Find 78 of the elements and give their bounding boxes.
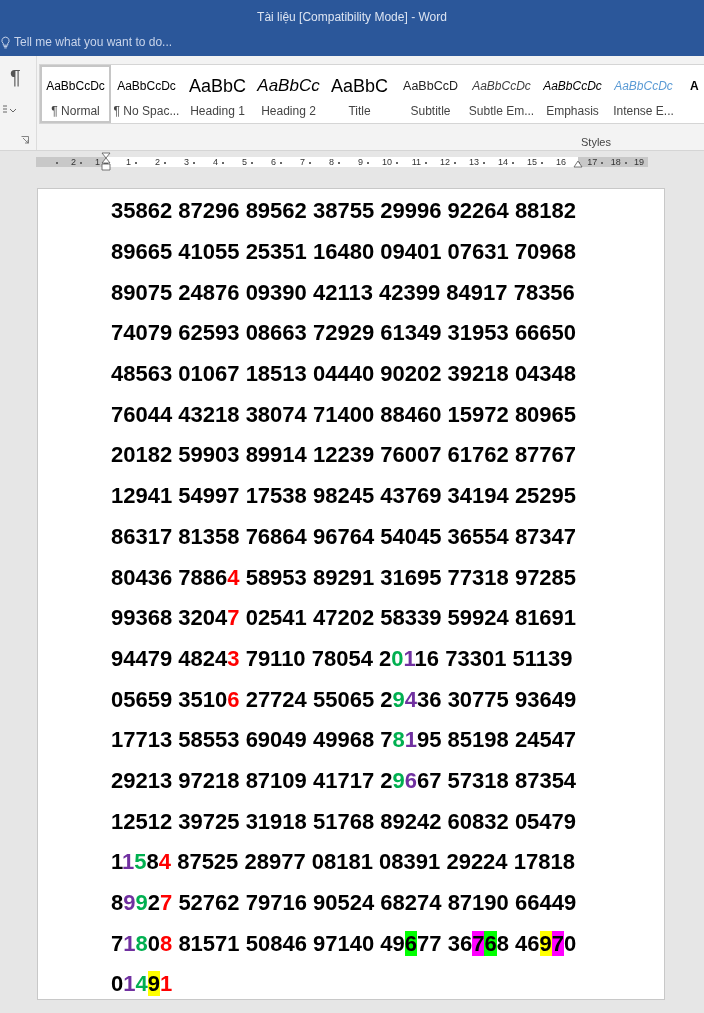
number-line: 74079 62593 08663 72929 61349 31953 66650: [111, 319, 577, 348]
style-name: Title: [348, 104, 371, 118]
style-preview: AaBbC: [188, 74, 246, 98]
ruler-number: 17: [587, 157, 599, 167]
lightbulb-icon: [1, 35, 10, 49]
style-item[interactable]: AaBbC Title: [324, 65, 395, 123]
style-preview: AaBbCcD: [403, 78, 458, 95]
style-name: Emphasis: [546, 104, 599, 118]
style-preview: AaBbC: [330, 74, 388, 98]
style-item[interactable]: AaBbCcDc Intense E...: [608, 65, 679, 123]
ruler-number: 19: [633, 157, 645, 167]
group-label: Styles: [580, 136, 612, 148]
style-name: Intense E...: [613, 104, 674, 118]
number-line: 80436 78864 58953 89291 31695 77318 97285: [111, 563, 577, 592]
style-preview: AaBbCcDc: [614, 78, 673, 95]
number-line: 12941 54997 17538 98245 43769 34194 25295: [111, 482, 577, 511]
ruler-number: 12: [440, 157, 451, 167]
style-item[interactable]: AaBbCcDc ¶ Normal: [40, 65, 111, 123]
dialog-launcher-icon[interactable]: [21, 136, 29, 144]
style-name: Heading 1: [190, 104, 245, 118]
style-name: ¶ No Spac...: [113, 104, 180, 118]
number-line: 89927 52762 79716 90524 68274 87190 66449: [111, 889, 577, 918]
number-line: 05659 35106 27724 55065 29436 30775 93649: [111, 685, 577, 714]
style-item[interactable]: AaBbC Heading 1: [182, 65, 253, 123]
number-line: 71808 81571 50846 97140 49677 36768 46970: [111, 929, 577, 958]
ruler-number: 11: [411, 157, 422, 167]
number-line: 76044 43218 38074 71400 88460 15972 80965: [111, 400, 577, 429]
number-line: 89075 24876 09390 42113 42399 84917 78356: [111, 278, 575, 307]
style-preview: AaBbCc: [257, 75, 320, 97]
style-item[interactable]: AaBbCcDc Emphasis: [537, 65, 608, 123]
ruler-number: 8: [329, 157, 335, 167]
number-line: 29213 97218 87109 41717 29667 57318 87354: [111, 766, 577, 795]
style-item[interactable]: AaBbCc Heading 2: [253, 65, 324, 123]
style-preview: A: [690, 78, 699, 95]
ruler-number: 6: [271, 157, 277, 167]
number-line: 94479 48243 79110 78054 20116 73301 51139: [111, 644, 573, 673]
number-line: 35862 87296 89562 38755 29996 92264 88182: [111, 197, 577, 226]
ruler-number: 16: [556, 157, 567, 167]
style-name: ¶ Normal: [51, 104, 100, 118]
style-name: Heading 2: [261, 104, 316, 118]
style-name: Subtle Em...: [468, 104, 535, 118]
ruler-number: 4: [213, 157, 219, 167]
borders-icon[interactable]: [2, 104, 16, 114]
style-item[interactable]: A: [679, 65, 704, 123]
style-item[interactable]: AaBbCcDc ¶ No Spac...: [111, 65, 182, 123]
ruler-number: 3: [184, 157, 190, 167]
number-line: 86317 81358 76864 96764 54045 36554 87347: [111, 522, 577, 551]
indent-marker-icon[interactable]: [101, 152, 111, 172]
ruler-number: 7: [300, 157, 306, 167]
right-indent-marker-icon[interactable]: [573, 160, 583, 168]
number-line: 17713 58553 69049 49968 78195 85198 24547: [111, 726, 577, 755]
ruler-number: 10: [382, 157, 393, 167]
style-name: Subtitle: [410, 104, 451, 118]
style-item[interactable]: AaBbCcD Subtitle: [395, 65, 466, 123]
number-line: 48563 01067 18513 04440 90202 39218 04348: [111, 360, 577, 389]
ruler-number: 14: [498, 157, 509, 167]
ruler-number: 9: [358, 157, 364, 167]
ruler-number: 18: [610, 157, 622, 167]
style-preview: AaBbCcDc: [117, 78, 176, 95]
number-line: 12512 39725 31918 51768 89242 60832 05479: [111, 807, 577, 836]
window-title: Tài liệu [Compatibility Mode] - Word: [256, 9, 448, 26]
ruler-number: 2: [155, 157, 161, 167]
ruler-number: 2: [71, 157, 77, 167]
style-preview: AaBbCcDc: [46, 78, 105, 95]
number-line: 20182 59903 89914 12239 76007 61762 87767: [111, 441, 577, 470]
paragraph-mark-button[interactable]: ¶: [10, 66, 21, 89]
style-preview: AaBbCcDc: [543, 78, 602, 95]
tell-me-field[interactable]: Tell me what you want to do...: [14, 35, 254, 49]
style-preview: AaBbCcDc: [472, 78, 531, 95]
number-line: 11584 87525 28977 08181 08391 29224 17818: [111, 848, 575, 877]
ruler-number: 1: [95, 157, 101, 167]
number-line: 99368 32047 02541 47202 58339 59924 81691: [111, 604, 577, 633]
style-item[interactable]: AaBbCcDc Subtle Em...: [466, 65, 537, 123]
ruler-number: 15: [527, 157, 538, 167]
number-line: 89665 41055 25351 16480 09401 07631 70968: [111, 238, 577, 267]
ruler-number: 5: [242, 157, 248, 167]
ruler-number: 1: [126, 157, 132, 167]
ruler-number: 13: [469, 157, 480, 167]
